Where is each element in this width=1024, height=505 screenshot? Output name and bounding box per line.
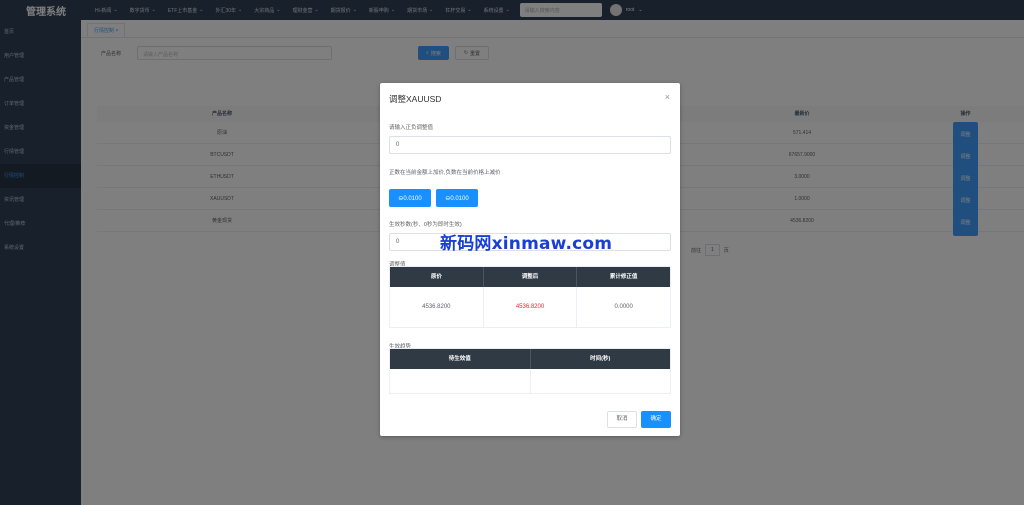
decrease-button[interactable]: ⊖0.0100 — [389, 189, 431, 207]
effective-trend-table: 待生效值 时间(秒) — [389, 348, 671, 394]
adjust-value-input[interactable]: 0 — [389, 136, 671, 154]
cancel-button[interactable]: 取消 — [607, 411, 637, 428]
effective-table-header: 待生效值 时间(秒) — [390, 349, 670, 369]
adjust-dialog: 调整XAUUSD × 请输入正负调整值 0 正数在当前金额上加价,负数在当前价格… — [380, 83, 680, 436]
confirm-button[interactable]: 确定 — [641, 411, 671, 428]
original-price: 4536.8200 — [390, 287, 484, 327]
adjust-table-header: 原价 调整后 累计修正值 — [390, 267, 670, 287]
increase-button[interactable]: ⊖0.0100 — [436, 189, 478, 207]
cumulative-correction: 0.0000 — [614, 304, 633, 310]
adjust-value-table: 原价 调整后 累计修正值 4536.8200 4536.8200 0.0000 — [389, 266, 671, 328]
close-icon[interactable]: × — [665, 92, 670, 102]
adjust-input-label: 请输入正负调整值 — [389, 125, 434, 131]
adjusted-price: 4536.8200 — [484, 287, 578, 327]
table-row — [390, 369, 670, 393]
effective-seconds-label: 生效秒数(秒、0秒为即时生效) — [389, 222, 462, 228]
watermark-text: 新码网xinmaw.com — [440, 234, 613, 254]
table-row: 4536.8200 4536.8200 0.0000 — [390, 287, 670, 327]
adjust-hint: 正数在当前金额上加价,负数在当前价格上减价 — [389, 170, 501, 176]
dialog-title: 调整XAUUSD — [389, 94, 442, 104]
